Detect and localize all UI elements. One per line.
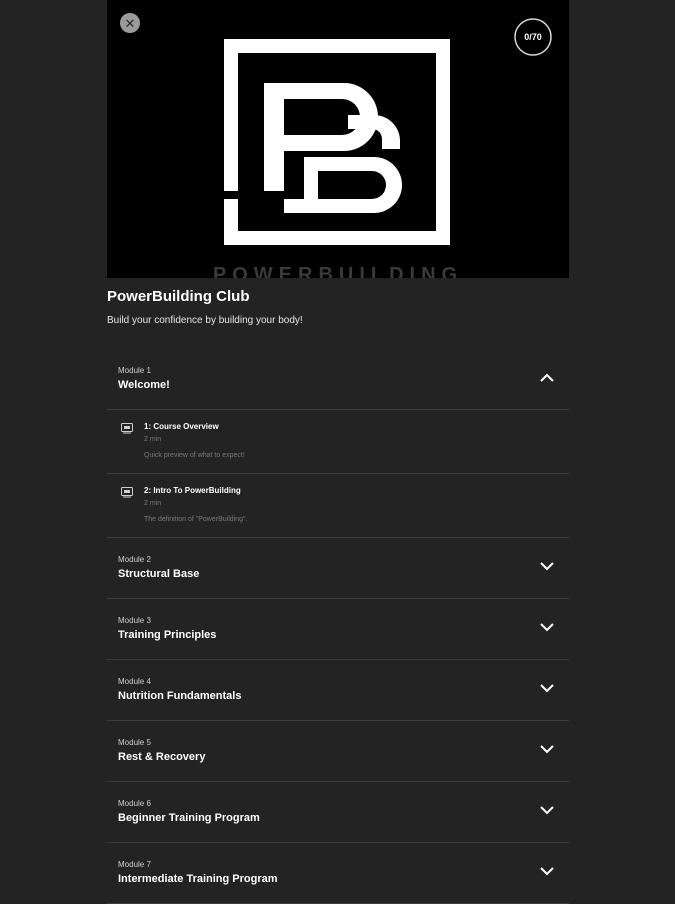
module-list: Module 1 Welcome! 1: Course Overview 2 m…: [107, 350, 569, 904]
chevron-down-icon: [540, 623, 554, 632]
module-number: Module 3: [118, 616, 151, 625]
progress-indicator: 0/70: [513, 17, 553, 57]
chevron-down-icon: [540, 806, 554, 815]
chevron-down-icon: [540, 562, 554, 571]
module-7-header[interactable]: Module 7 Intermediate Training Program: [107, 843, 569, 904]
module-number: Module 6: [118, 799, 151, 808]
chevron-down-icon: [540, 684, 554, 693]
progress-count: 0/70: [524, 32, 542, 42]
lesson-item[interactable]: 2: Intro To PowerBuilding 2 min The defi…: [107, 474, 569, 538]
module-title: Structural Base: [118, 568, 200, 580]
module-title: Beginner Training Program: [118, 812, 260, 824]
pb-logo: [224, 39, 450, 245]
course-page: POWERBUILDING ✕ 0/70 PowerBuilding Club …: [0, 0, 675, 904]
lesson-duration: 2 min: [144, 500, 162, 507]
banner-tagline: POWERBUILDING: [212, 264, 464, 278]
module-6-header[interactable]: Module 6 Beginner Training Program: [107, 782, 569, 843]
lesson-description: The definition of "PowerBuilding".: [144, 516, 248, 523]
close-button[interactable]: ✕: [120, 13, 140, 33]
lesson-icon: [121, 423, 133, 434]
lesson-duration: 2 min: [144, 436, 162, 443]
module-number: Module 5: [118, 738, 151, 747]
lesson-item[interactable]: 1: Course Overview 2 min Quick preview o…: [107, 410, 569, 474]
module-4-header[interactable]: Module 4 Nutrition Fundamentals: [107, 660, 569, 721]
module-5-header[interactable]: Module 5 Rest & Recovery: [107, 721, 569, 782]
module-number: Module 4: [118, 677, 151, 686]
module-title: Rest & Recovery: [118, 751, 206, 763]
module-title: Nutrition Fundamentals: [118, 690, 242, 702]
chevron-up-icon: [540, 373, 554, 382]
module-title: Intermediate Training Program: [118, 873, 278, 885]
module-title: Training Principles: [118, 629, 217, 641]
course-title: PowerBuilding Club: [107, 288, 250, 305]
lesson-title: 1: Course Overview: [144, 422, 219, 431]
module-2-header[interactable]: Module 2 Structural Base: [107, 538, 569, 599]
module-title: Welcome!: [118, 379, 170, 391]
module-1-header[interactable]: Module 1 Welcome!: [107, 350, 569, 410]
lesson-title: 2: Intro To PowerBuilding: [144, 486, 241, 495]
lesson-icon: [121, 487, 133, 498]
module-number: Module 1: [118, 366, 151, 375]
module-3-header[interactable]: Module 3 Training Principles: [107, 599, 569, 660]
chevron-down-icon: [540, 867, 554, 876]
course-subtitle: Build your confidence by building your b…: [107, 315, 303, 326]
module-number: Module 2: [118, 555, 151, 564]
lesson-description: Quick preview of what to expect!: [144, 452, 245, 459]
module-number: Module 7: [118, 860, 151, 869]
chevron-down-icon: [540, 745, 554, 754]
close-icon: ✕: [124, 15, 136, 31]
